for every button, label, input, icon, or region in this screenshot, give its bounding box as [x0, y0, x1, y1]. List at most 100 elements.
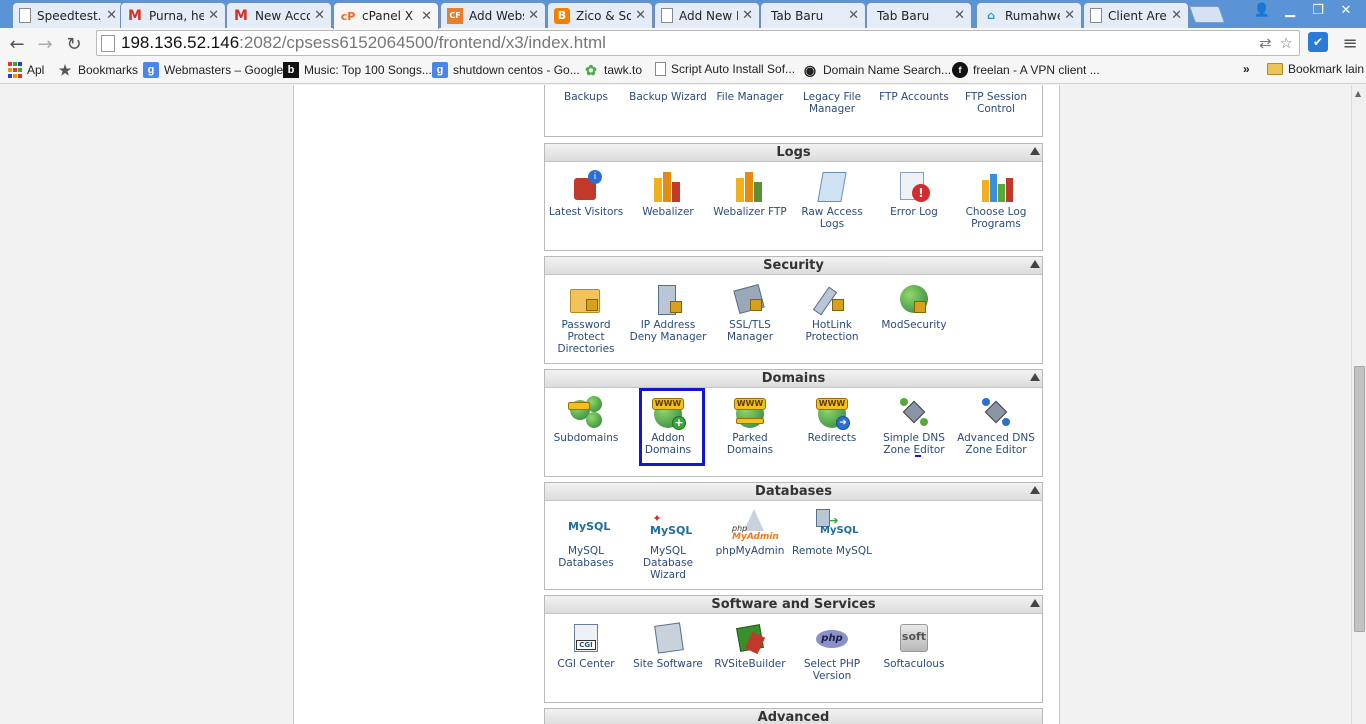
bookmark-freelan[interactable]: f freelan - A VPN client ... — [952, 62, 1100, 78]
star-icon[interactable]: ☆ — [1280, 34, 1293, 52]
tab-gmail-purna[interactable]: M Purna, her ✕ — [120, 2, 226, 28]
tab-title: Add New P — [679, 8, 739, 23]
close-icon[interactable]: ✕ — [848, 8, 859, 23]
freelan-icon: f — [952, 62, 968, 78]
close-icon[interactable]: ✕ — [954, 8, 965, 23]
collapse-icon[interactable] — [1030, 147, 1040, 155]
page-icon — [101, 34, 115, 52]
item-mysql-database-wizard[interactable]: ✦ MySQL MySQL Database Wizard — [627, 509, 709, 582]
item-rvsitebuilder[interactable]: RVSiteBuilder — [709, 622, 791, 670]
bookmark-bookmarks[interactable]: ★ Bookmarks — [57, 62, 138, 78]
item-latest-visitors[interactable]: i Latest Visitors — [545, 170, 627, 218]
item-phpmyadmin[interactable]: php MyAdmin phpMyAdmin — [709, 509, 791, 557]
close-window-icon[interactable]: ✕ — [1332, 0, 1360, 20]
page-scrollbar[interactable]: ▲ — [1351, 85, 1366, 724]
collapse-icon[interactable] — [1030, 599, 1040, 607]
close-icon[interactable]: ✕ — [106, 8, 117, 23]
item-site-software[interactable]: Site Software — [627, 622, 709, 670]
tab-add-website[interactable]: CF Add Websi ✕ — [440, 2, 546, 28]
myadmin-logo-text: MyAdmin — [732, 532, 779, 542]
tab-add-new-post[interactable]: Add New P ✕ — [654, 2, 760, 28]
reload-icon[interactable]: ↻ — [63, 33, 85, 55]
item-error-log[interactable]: ! Error Log — [873, 170, 955, 218]
item-ip-deny-manager[interactable]: IP Address Deny Manager — [627, 283, 709, 343]
other-bookmarks-folder[interactable]: Bookmark lain — [1267, 62, 1364, 76]
ssl-lock-icon — [732, 283, 768, 317]
item-file-manager[interactable]: File Manager — [709, 91, 791, 103]
panel-title-text: Domains — [761, 371, 826, 386]
item-password-protect[interactable]: Password Protect Directories — [545, 283, 627, 355]
bookmark-script-auto-install[interactable]: Script Auto Install Sof... — [655, 62, 795, 76]
bookmark-music[interactable]: b Music: Top 100 Songs... — [283, 62, 432, 78]
extension-check-icon[interactable]: ✔ — [1308, 32, 1328, 52]
item-parked-domains[interactable]: WWW Parked Domains — [709, 396, 791, 456]
item-raw-access-logs[interactable]: Raw Access Logs — [791, 170, 873, 230]
item-backup-wizard[interactable]: Backup Wizard — [627, 91, 709, 103]
collapse-icon[interactable] — [1030, 260, 1040, 268]
item-softaculous[interactable]: soft Softaculous — [873, 622, 955, 670]
bookmarks-overflow-button[interactable]: » — [1243, 62, 1250, 76]
close-icon[interactable]: ✕ — [208, 8, 219, 23]
item-label: Site Software — [633, 658, 703, 670]
panel-title-text: Advanced — [757, 710, 830, 724]
address-bar[interactable]: 198.136.52.146:2082/cpsess6152064500/fro… — [96, 30, 1300, 56]
scroll-up-icon[interactable]: ▲ — [1355, 89, 1361, 98]
restore-icon[interactable]: ❐ — [1304, 0, 1332, 20]
remote-mysql-icon: ➜ MySQL — [814, 509, 859, 543]
panel-title-text: Software and Services — [711, 597, 876, 612]
close-icon[interactable]: ✕ — [1171, 8, 1182, 23]
item-cgi-center[interactable]: CGI CGI Center — [545, 622, 627, 670]
window-controls: 👤 ▁ ❐ ✕ — [1248, 0, 1360, 20]
minimize-icon[interactable]: ▁ — [1276, 0, 1304, 20]
item-mysql-databases[interactable]: MySQL MySQL Databases — [545, 509, 627, 570]
bookmark-apps[interactable]: Apl — [8, 62, 44, 78]
tab-gmail-new-account[interactable]: M New Accou ✕ — [226, 2, 332, 28]
item-remote-mysql[interactable]: ➜ MySQL Remote MySQL — [791, 509, 873, 557]
close-icon[interactable]: ✕ — [528, 8, 539, 23]
close-icon[interactable]: ✕ — [742, 8, 753, 23]
bookmark-shutdown-centos[interactable]: g shutdown centos - Go... — [432, 62, 580, 78]
bookmark-webmasters[interactable]: g Webmasters – Google — [143, 62, 283, 78]
item-ssl-tls-manager[interactable]: SSL/TLS Manager — [709, 283, 791, 343]
collapse-icon[interactable] — [1030, 486, 1040, 494]
back-icon[interactable]: ← — [6, 33, 28, 55]
item-subdomains[interactable]: Subdomains — [545, 396, 627, 444]
close-icon[interactable]: ✕ — [421, 9, 432, 24]
tab-new-2[interactable]: Tab Baru ✕ — [866, 2, 972, 28]
item-backups[interactable]: Backups — [545, 91, 627, 103]
item-webalizer-ftp[interactable]: Webalizer FTP — [709, 170, 791, 218]
translate-icon[interactable]: ⇄ — [1259, 34, 1272, 52]
tab-client-area[interactable]: Client Area ✕ — [1083, 2, 1189, 28]
item-label: ModSecurity — [881, 319, 947, 331]
user-icon[interactable]: 👤 — [1248, 0, 1276, 20]
collapse-icon[interactable] — [1030, 373, 1040, 381]
item-select-php-version[interactable]: php Select PHP Version — [791, 622, 873, 682]
new-tab-button[interactable] — [1188, 6, 1226, 23]
close-icon[interactable]: ✕ — [314, 8, 325, 23]
tab-cpanel[interactable]: cP cPanel X - ✕ — [333, 2, 439, 29]
item-modsecurity[interactable]: ModSecurity — [873, 283, 955, 331]
item-ftp-session-control[interactable]: FTP Session Control — [955, 91, 1037, 115]
bookmark-tawk[interactable]: ✿ tawk.to — [583, 62, 642, 78]
menu-icon[interactable]: ≡ — [1340, 33, 1360, 54]
item-webalizer[interactable]: Webalizer — [627, 170, 709, 218]
bookmark-domain-search[interactable]: ◉ Domain Name Search... — [802, 62, 951, 78]
tab-speedtest[interactable]: Speedtest. ✕ — [12, 2, 124, 28]
tab-new-1[interactable]: Tab Baru ✕ — [760, 2, 866, 28]
tab-blogger[interactable]: B Zico & Soji ✕ — [547, 2, 653, 28]
item-legacy-file-manager[interactable]: Legacy File Manager — [791, 91, 873, 115]
tab-rumahweb[interactable]: ⌂ Rumahwel ✕ — [976, 2, 1082, 28]
item-hotlink-protection[interactable]: HotLink Protection — [791, 283, 873, 343]
item-redirects[interactable]: WWW ➜ Redirects — [791, 396, 873, 444]
item-ftp-accounts[interactable]: FTP Accounts — [873, 91, 955, 103]
forward-icon[interactable]: → — [34, 33, 56, 55]
close-icon[interactable]: ✕ — [635, 8, 646, 23]
scroll-thumb[interactable] — [1354, 366, 1365, 632]
visitors-icon: i — [568, 170, 604, 204]
close-icon[interactable]: ✕ — [1064, 8, 1075, 23]
folder-icon — [1267, 63, 1283, 75]
item-advanced-dns-zone-editor[interactable]: Advanced DNS Zone Editor — [955, 396, 1037, 456]
item-simple-dns-zone-editor[interactable]: Simple DNS Zone Editor — [873, 396, 955, 456]
domain-icon: ◉ — [803, 61, 817, 78]
item-choose-log-programs[interactable]: Choose Log Programs — [955, 170, 1037, 230]
